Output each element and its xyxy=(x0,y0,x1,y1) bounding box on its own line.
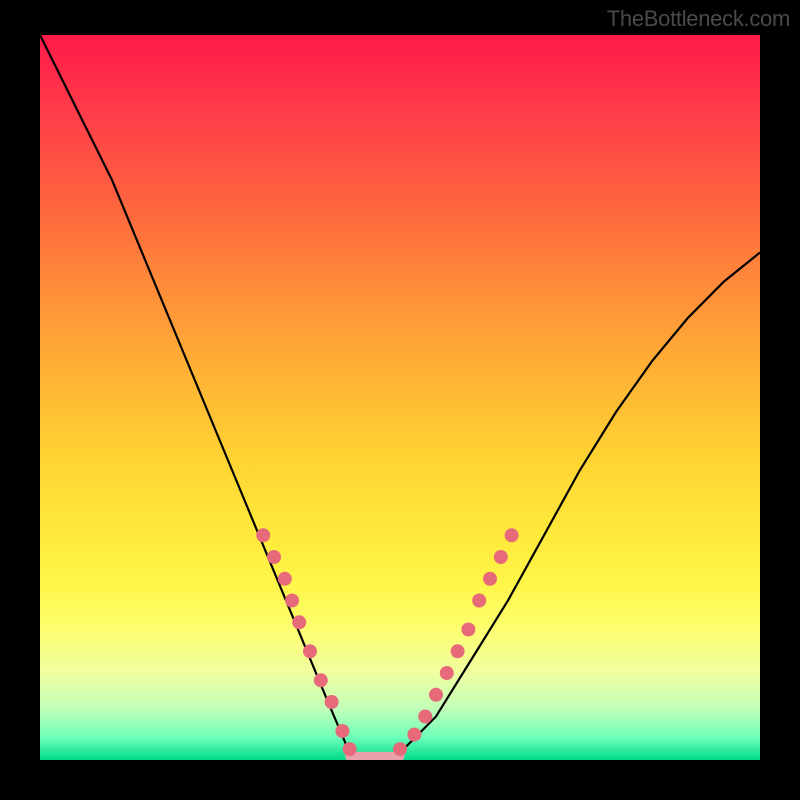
marker-dot xyxy=(440,666,454,680)
marker-dot xyxy=(343,742,357,756)
marker-dot xyxy=(285,594,299,608)
plot-area xyxy=(40,35,760,760)
marker-dot xyxy=(303,644,317,658)
marker-dot xyxy=(407,728,421,742)
marker-dot xyxy=(418,710,432,724)
marker-dot xyxy=(314,673,328,687)
marker-dot xyxy=(429,688,443,702)
marker-dot xyxy=(335,724,349,738)
marker-dot xyxy=(393,742,407,756)
bottleneck-curve-svg xyxy=(40,35,760,760)
marker-dot xyxy=(472,594,486,608)
marker-dot xyxy=(483,572,497,586)
markers-right xyxy=(393,528,519,756)
marker-dot xyxy=(451,644,465,658)
marker-dot xyxy=(461,623,475,637)
watermark-text: TheBottleneck.com xyxy=(607,6,790,32)
marker-dot xyxy=(256,528,270,542)
marker-dot xyxy=(292,615,306,629)
marker-dot xyxy=(325,695,339,709)
marker-dot xyxy=(494,550,508,564)
marker-dot xyxy=(505,528,519,542)
v-curve xyxy=(40,35,760,760)
markers-left xyxy=(256,528,356,756)
marker-dot xyxy=(267,550,281,564)
marker-dot xyxy=(278,572,292,586)
chart-frame: TheBottleneck.com xyxy=(0,0,800,800)
curve-group xyxy=(40,35,760,760)
